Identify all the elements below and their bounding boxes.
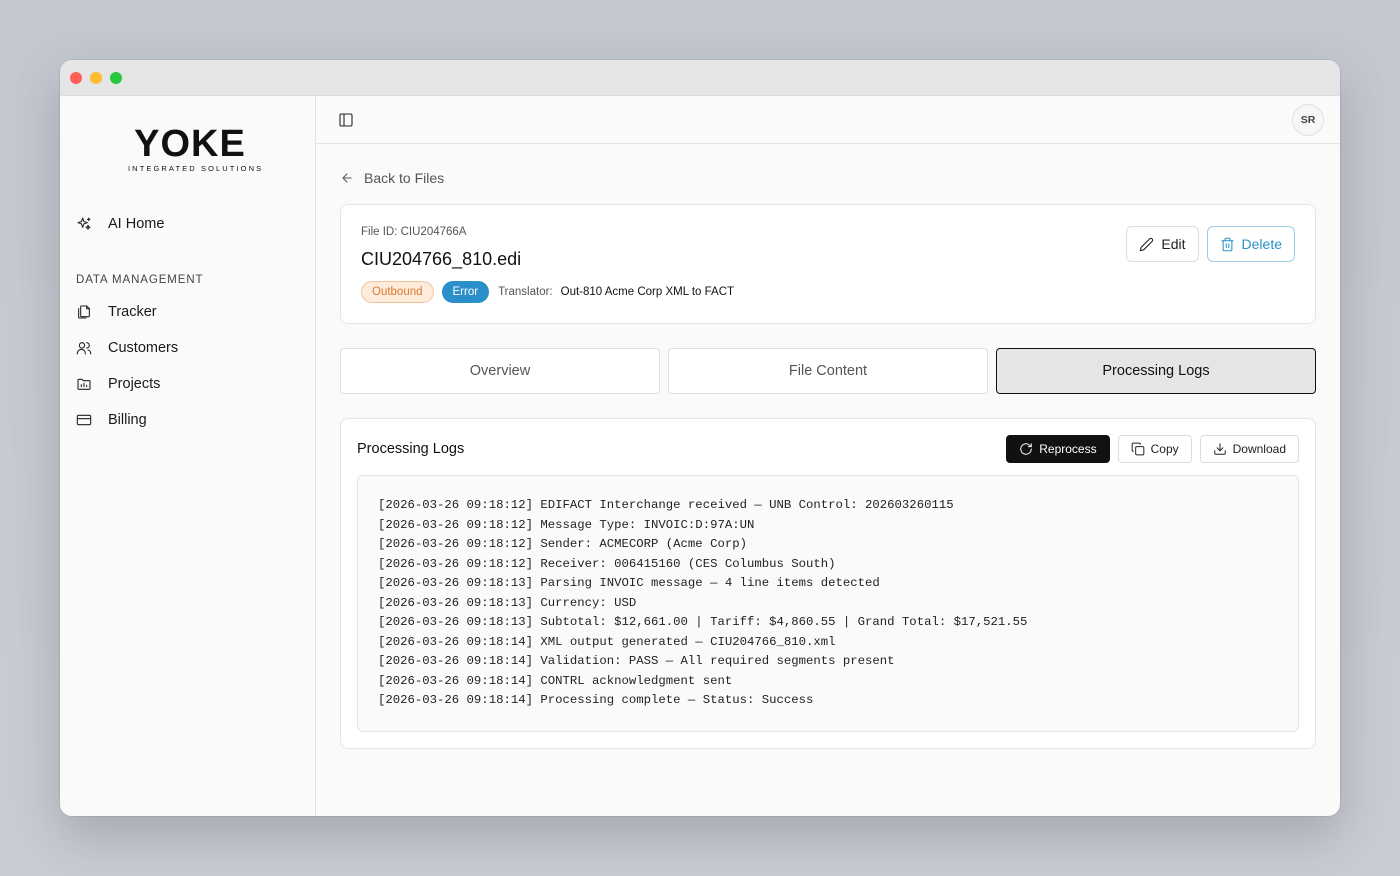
log-line: [2026-03-26 09:18:14] CONTRL acknowledgm…: [378, 673, 733, 688]
download-icon: [1213, 443, 1226, 455]
sidebar-item-label: Projects: [108, 376, 161, 392]
log-line: [2026-03-26 09:18:12] Receiver: 00641516…: [378, 556, 836, 571]
tab-file-content[interactable]: File Content: [668, 348, 988, 394]
copy-button[interactable]: Copy: [1117, 435, 1192, 463]
sidebar-item-label: Customers: [108, 340, 179, 356]
file-actions: Edit Delete: [1126, 226, 1295, 262]
tab-overview[interactable]: Overview: [340, 348, 660, 394]
sidebar-item-ai-home[interactable]: AI Home: [76, 212, 164, 236]
sidebar-item-label: Tracker: [108, 304, 157, 320]
arrow-left-icon: [342, 173, 352, 183]
back-to-files-link[interactable]: Back to Files: [340, 170, 444, 186]
sidebar-item-tracker[interactable]: Tracker: [76, 300, 157, 324]
copy-icon: [1131, 442, 1144, 456]
log-line: [2026-03-26 09:18:12] Message Type: INVO…: [378, 517, 755, 532]
logs-actions: Reprocess Copy Download: [1006, 435, 1299, 463]
main-content: SR Back to Files File ID: CIU204766A CIU…: [316, 96, 1340, 816]
delete-button[interactable]: Delete: [1206, 226, 1295, 262]
users-icon: [76, 340, 92, 356]
back-link-label: Back to Files: [364, 170, 445, 186]
close-window-button[interactable]: [70, 72, 82, 84]
credit-card-icon: [76, 412, 92, 428]
user-avatar[interactable]: SR: [1292, 104, 1324, 136]
app-window: YOKE INTEGRATED SOLUTIONS AI Home DATA M…: [60, 60, 1340, 816]
refresh-icon: [1020, 443, 1032, 455]
delete-button-label: Delete: [1241, 236, 1282, 252]
folder-chart-icon: [76, 376, 92, 392]
log-line: [2026-03-26 09:18:13] Subtotal: $12,661.…: [378, 615, 1028, 629]
direction-badge: Outbound: [361, 281, 434, 303]
brand-name: YOKE: [134, 123, 246, 165]
log-line: [2026-03-26 09:18:12] Sender: ACMECORP (…: [378, 537, 747, 551]
file-name: CIU204766_810.edi: [361, 249, 522, 269]
sidebar-item-label: AI Home: [108, 216, 165, 232]
file-tabs: Overview File Content Processing Logs: [340, 348, 1316, 394]
minimize-window-button[interactable]: [90, 72, 102, 84]
tab-processing-logs[interactable]: Processing Logs: [996, 348, 1316, 394]
title-bar: [60, 60, 1340, 96]
download-button[interactable]: Download: [1199, 435, 1299, 463]
edit-button[interactable]: Edit: [1126, 226, 1199, 262]
log-line: [2026-03-26 09:18:14] XML output generat…: [378, 634, 836, 649]
status-badge: Error: [441, 281, 490, 303]
top-bar: SR: [316, 96, 1340, 144]
reprocess-button-label: Reprocess: [1039, 442, 1097, 456]
sidebar-toggle-button[interactable]: [338, 112, 354, 128]
log-line: [2026-03-26 09:18:14] Processing complet…: [378, 693, 814, 707]
edit-button-label: Edit: [1161, 236, 1186, 252]
log-line: [2026-03-26 09:18:13] Currency: USD: [378, 595, 637, 610]
files-icon: [76, 304, 92, 320]
sidebar-item-label: Billing: [108, 412, 147, 428]
section-label-data-management: DATA MANAGEMENT: [76, 274, 204, 286]
file-badges: Outbound Error Translator: Out-810 Acme …: [361, 281, 734, 303]
processing-logs-card: Processing Logs Reprocess Copy Download …: [340, 418, 1316, 749]
file-summary-card: File ID: CIU204766A CIU204766_810.edi Ou…: [340, 204, 1316, 324]
download-button-label: Download: [1232, 442, 1286, 456]
translator-value: Out-810 Acme Corp XML to FACT: [560, 286, 735, 298]
sidebar-toggle-icon: [339, 113, 353, 127]
reprocess-button[interactable]: Reprocess: [1006, 435, 1110, 463]
sidebar: YOKE INTEGRATED SOLUTIONS AI Home DATA M…: [60, 96, 316, 816]
sidebar-item-projects[interactable]: Projects: [76, 372, 160, 396]
sidebar-item-customers[interactable]: Customers: [76, 336, 178, 360]
file-id: File ID: CIU204766A: [361, 226, 467, 238]
sidebar-item-billing[interactable]: Billing: [76, 408, 147, 432]
log-line: [2026-03-26 09:18:14] Validation: PASS —…: [378, 654, 895, 668]
log-output[interactable]: [2026-03-26 09:18:12] EDIFACT Interchang…: [357, 475, 1299, 732]
log-line: [2026-03-26 09:18:12] EDIFACT Interchang…: [378, 498, 954, 512]
brand-tagline: INTEGRATED SOLUTIONS: [128, 164, 264, 173]
pencil-icon: [1140, 237, 1154, 251]
trash-icon: [1220, 237, 1234, 251]
brand-logo[interactable]: YOKE INTEGRATED SOLUTIONS: [128, 123, 264, 173]
log-line: [2026-03-26 09:18:13] Parsing INVOIC mes…: [378, 576, 880, 590]
sparkle-icon: [76, 216, 92, 232]
copy-button-label: Copy: [1150, 442, 1179, 456]
maximize-window-button[interactable]: [110, 72, 122, 84]
logs-title: Processing Logs: [357, 441, 465, 457]
translator-label: Translator:: [498, 286, 553, 298]
